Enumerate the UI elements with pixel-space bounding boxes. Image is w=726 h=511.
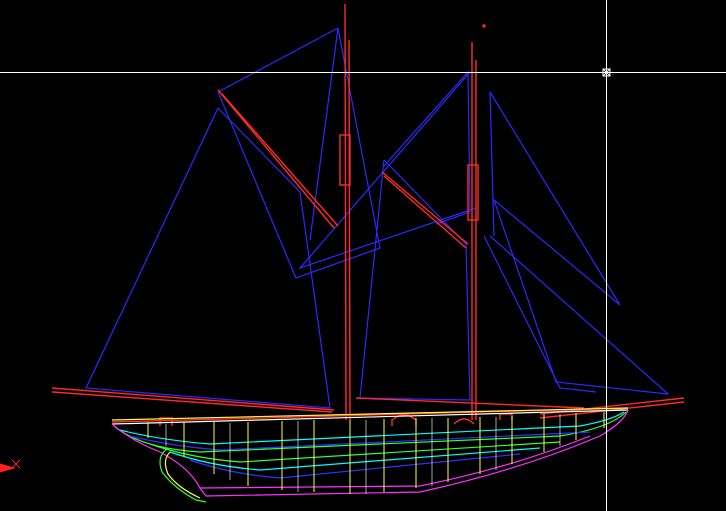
masthead-light [482, 24, 486, 28]
foremast-double [348, 39, 351, 421]
foremast [344, 3, 347, 421]
cad-drawing-viewport[interactable] [0, 0, 726, 511]
drawing-canvas[interactable] [0, 0, 726, 511]
canvas-background [0, 0, 726, 511]
